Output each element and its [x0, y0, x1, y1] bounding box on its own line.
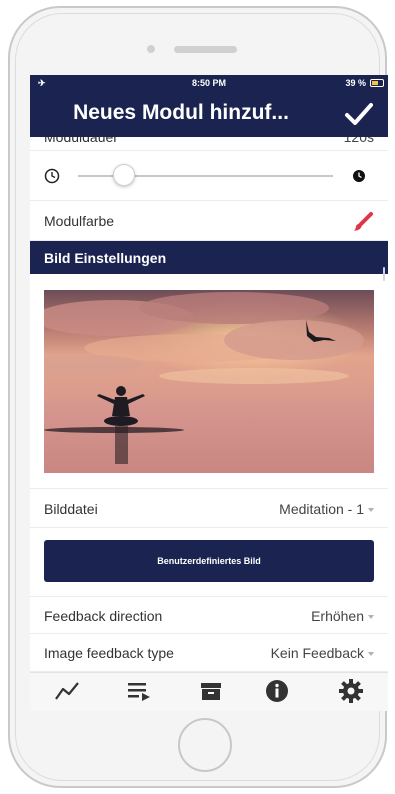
image-file-select[interactable]: Meditation - 1: [279, 501, 374, 517]
scroll-indicator: [383, 267, 385, 281]
image-settings-title: Bild Einstellungen: [44, 250, 167, 266]
image-file-value: Meditation - 1: [279, 501, 364, 517]
app-screen: ✈ 8:50 PM 39 % Neues Modul hinzuf... Mod…: [30, 75, 388, 711]
archive-icon[interactable]: [196, 677, 226, 705]
status-time: 8:50 PM: [191, 78, 226, 88]
navigation-bar: Neues Modul hinzuf...: [30, 92, 388, 137]
page-title: Neues Modul hinzuf...: [73, 101, 289, 124]
playlist-icon[interactable]: [124, 677, 154, 705]
chevron-down-icon: [368, 508, 374, 513]
tab-bar: [30, 672, 388, 711]
battery-icon: [370, 79, 384, 87]
paint-brush-icon[interactable]: [352, 211, 374, 233]
duration-slider-thumb[interactable]: [113, 164, 135, 186]
image-settings-header: Bild Einstellungen: [30, 241, 388, 274]
meditation-illustration: [44, 290, 374, 473]
status-bar: ✈ 8:50 PM 39 %: [30, 75, 388, 92]
module-color-label: Modulfarbe: [44, 213, 115, 229]
image-feedback-type-row[interactable]: Image feedback type Kein Feedback: [30, 634, 388, 672]
chart-line-icon[interactable]: [52, 677, 82, 705]
image-feedback-type-label: Image feedback type: [44, 645, 174, 661]
earpiece-speaker: [174, 46, 237, 53]
chevron-down-icon: [368, 652, 374, 657]
front-camera: [147, 45, 155, 53]
feedback-direction-label: Feedback direction: [44, 608, 163, 624]
home-button[interactable]: [178, 718, 232, 772]
duration-value: 120s: [343, 137, 374, 145]
duration-row: Moduldauer 120s: [30, 137, 388, 151]
custom-image-button[interactable]: Benutzerdefiniertes Bild: [44, 540, 374, 582]
gear-icon[interactable]: [336, 677, 366, 705]
module-color-row[interactable]: Modulfarbe: [30, 201, 388, 241]
info-icon[interactable]: [262, 677, 292, 705]
duration-slider-row: [30, 151, 388, 201]
image-feedback-type-select[interactable]: Kein Feedback: [271, 645, 374, 661]
battery-percentage: 39 %: [345, 78, 366, 88]
chevron-down-icon: [368, 615, 374, 620]
duration-label: Moduldauer: [44, 137, 118, 145]
image-file-label: Bilddatei: [44, 501, 98, 517]
clock-outline-icon: [44, 168, 60, 184]
meditation-image: [44, 290, 374, 473]
clock-filled-icon: [353, 170, 365, 182]
feedback-direction-row[interactable]: Feedback direction Erhöhen: [30, 596, 388, 634]
image-feedback-type-value: Kein Feedback: [270, 645, 364, 661]
confirm-check-icon[interactable]: [342, 96, 376, 132]
feedback-direction-value: Erhöhen: [311, 608, 364, 624]
feedback-direction-select[interactable]: Erhöhen: [311, 608, 374, 624]
image-file-row[interactable]: Bilddatei Meditation - 1: [30, 488, 388, 528]
